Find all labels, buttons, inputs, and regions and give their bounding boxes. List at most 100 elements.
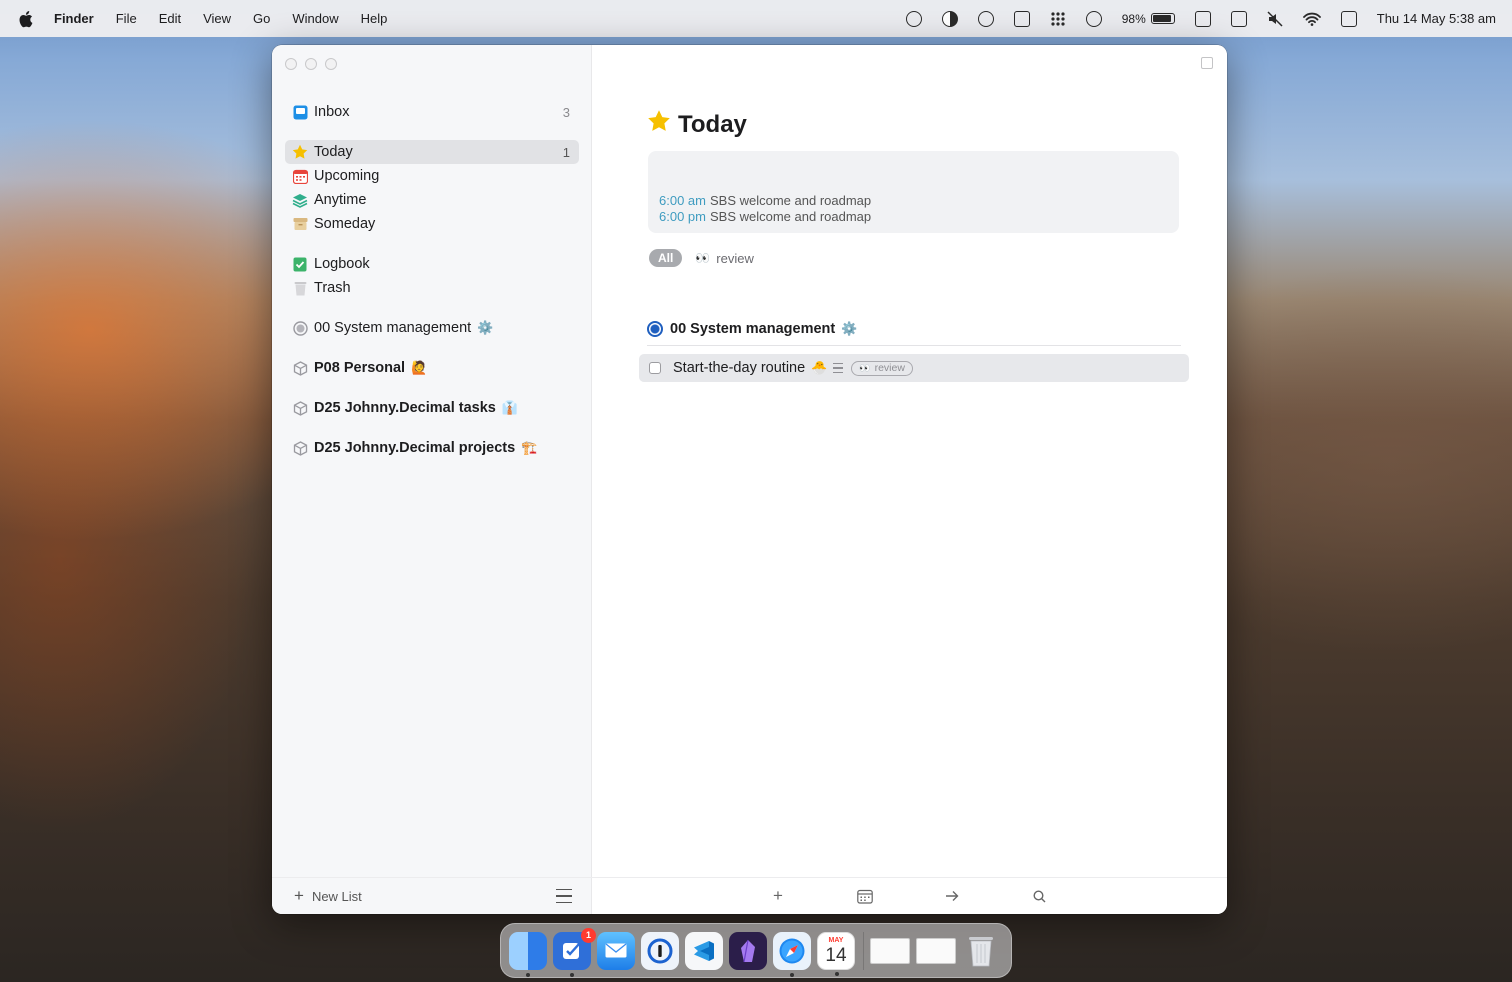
calendar-events: 6:00 am SBS welcome and roadmap 6:00 pm SB… [648,151,1179,233]
mute-icon[interactable] [1267,10,1283,27]
minimized-window-thumbnail[interactable] [916,937,956,964]
menu-app-name[interactable]: Finder [54,11,94,26]
dock-separator [863,931,864,970]
mail-icon[interactable] [597,931,635,970]
sidebar-item-label: Anytime [314,192,367,208]
sidebar-item-someday[interactable]: Someday [285,212,579,236]
close-button[interactable] [285,58,297,70]
task-checkbox[interactable] [649,362,661,374]
safari-icon[interactable] [773,931,811,977]
trash-icon[interactable] [962,932,1000,970]
stack-icon [292,192,308,208]
calendar-event[interactable]: 6:00 am SBS welcome and roadmap [659,193,1179,209]
event-time: 6:00 pm [659,209,706,224]
plus-icon[interactable]: + [294,886,304,906]
hatching-chick-emoji-icon: 🐣 [811,360,828,375]
page-header: Today [647,109,747,140]
finder-icon[interactable] [509,931,547,977]
area-circle-icon [292,320,308,336]
window-controls [285,58,345,70]
sidebar-item-inbox[interactable]: Inbox 3 [285,100,579,124]
task-tag[interactable]: 👀 review [851,360,913,376]
onepassword-icon[interactable] [641,931,679,970]
sidebar-item-today[interactable]: Today 1 [285,140,579,164]
settings-sliders-icon[interactable] [556,889,572,903]
menu-bar: Finder File Edit View Go Window Help 98%… [0,0,1512,37]
calendar-day: 14 [825,944,847,966]
sidebar-item-label: Today [314,144,353,160]
sidebar-item-trash[interactable]: Trash [285,276,579,300]
star-icon [647,109,671,140]
menu-view[interactable]: View [203,11,231,26]
screen-share-icon[interactable] [905,10,922,27]
sidebar-item-area-personal[interactable]: P08 Personal 🙋 [285,356,579,380]
raising-hand-emoji-icon: 🙋 [411,360,428,375]
sidebar-item-label: D25 Johnny.Decimal tasks [314,400,496,416]
trash-icon [292,280,308,296]
menu-window[interactable]: Window [292,11,338,26]
task-row[interactable]: Start-the-day routine 🐣 👀 review [639,354,1189,382]
minimize-button[interactable] [305,58,317,70]
sidebar-item-label: D25 Johnny.Decimal projects [314,440,516,456]
menu-help[interactable]: Help [361,11,388,26]
sidebar-item-area-system-management[interactable]: 00 System management ⚙️ [285,316,579,340]
things-badge: 1 [581,927,596,943]
inbox-count: 3 [562,104,570,120]
gear-emoji-icon: ⚙️ [841,321,858,336]
area-group-header[interactable]: 00 System management ⚙️ [647,321,1181,346]
menu-file[interactable]: File [116,11,137,26]
menu-go[interactable]: Go [253,11,270,26]
eyes-emoji-icon: 👀 [695,251,711,265]
main-content: Today 6:00 am SBS welcome and roadmap 6:0… [592,45,1227,914]
menu-edit[interactable]: Edit [159,11,181,26]
area-cube-icon [292,400,308,416]
search-icon[interactable] [1030,887,1048,905]
box-icon [292,216,308,232]
things-icon[interactable]: 1 [553,927,596,977]
calendar-app-icon[interactable]: MAY 14 [817,931,855,976]
sidebar-item-logbook[interactable]: Logbook [285,252,579,276]
sidebar-item-area-jd-tasks[interactable]: D25 Johnny.Decimal tasks 👔 [285,396,579,420]
task-tag-label: review [874,361,905,374]
battery-status[interactable]: 98% [1122,12,1175,26]
calendar-when-icon[interactable] [856,887,874,905]
event-title: SBS welcome and roadmap [709,193,872,208]
time-machine-icon[interactable] [977,10,994,27]
menu-clock[interactable]: Thu 14 May 5:38 am [1377,11,1496,26]
star-icon [292,144,308,160]
new-list-button[interactable]: New List [312,889,362,904]
shield-icon[interactable] [1013,10,1030,27]
zoom-button[interactable] [325,58,337,70]
add-todo-plus-icon[interactable]: + [769,886,787,905]
wifi-icon[interactable] [1302,12,1321,26]
calendar-event[interactable]: 6:00 pm SBS welcome and roadmap [659,209,1179,225]
group-title: 00 System management [670,321,836,337]
area-cube-icon [292,360,308,376]
minimized-window-thumbnail[interactable] [870,937,910,964]
sidebar-item-label: 00 System management [314,320,472,336]
sidebar-item-upcoming[interactable]: Upcoming [285,164,579,188]
move-arrow-icon[interactable] [943,887,961,905]
tag-filter-review[interactable]: review [716,251,754,266]
tag-filter-all[interactable]: All [649,249,683,267]
control-center-icon[interactable] [1340,10,1357,27]
sidebar-icon[interactable] [1194,10,1211,27]
sidebar-item-anytime[interactable]: Anytime [285,188,579,212]
battery-icon [1150,13,1175,24]
apple-icon[interactable] [18,10,34,28]
grid-icon[interactable] [1050,11,1066,27]
page-title: Today [678,110,747,138]
dark-mode-icon[interactable] [941,10,958,27]
sync-icon[interactable] [1085,10,1102,27]
obsidian-icon[interactable] [729,931,767,970]
today-count: 1 [562,144,570,160]
fullscreen-icon[interactable] [1201,57,1213,69]
sidebar-item-area-jd-projects[interactable]: D25 Johnny.Decimal projects 🏗️ [285,436,579,460]
tag-filter-bar: All 👀 review [649,249,754,267]
vscode-icon[interactable] [685,931,723,970]
window-icon[interactable] [1230,10,1247,27]
sidebar-item-label: Trash [314,280,351,296]
event-time: 6:00 am [659,193,706,208]
sidebar-footer: + New List [272,877,592,914]
battery-percent: 98% [1121,11,1146,26]
